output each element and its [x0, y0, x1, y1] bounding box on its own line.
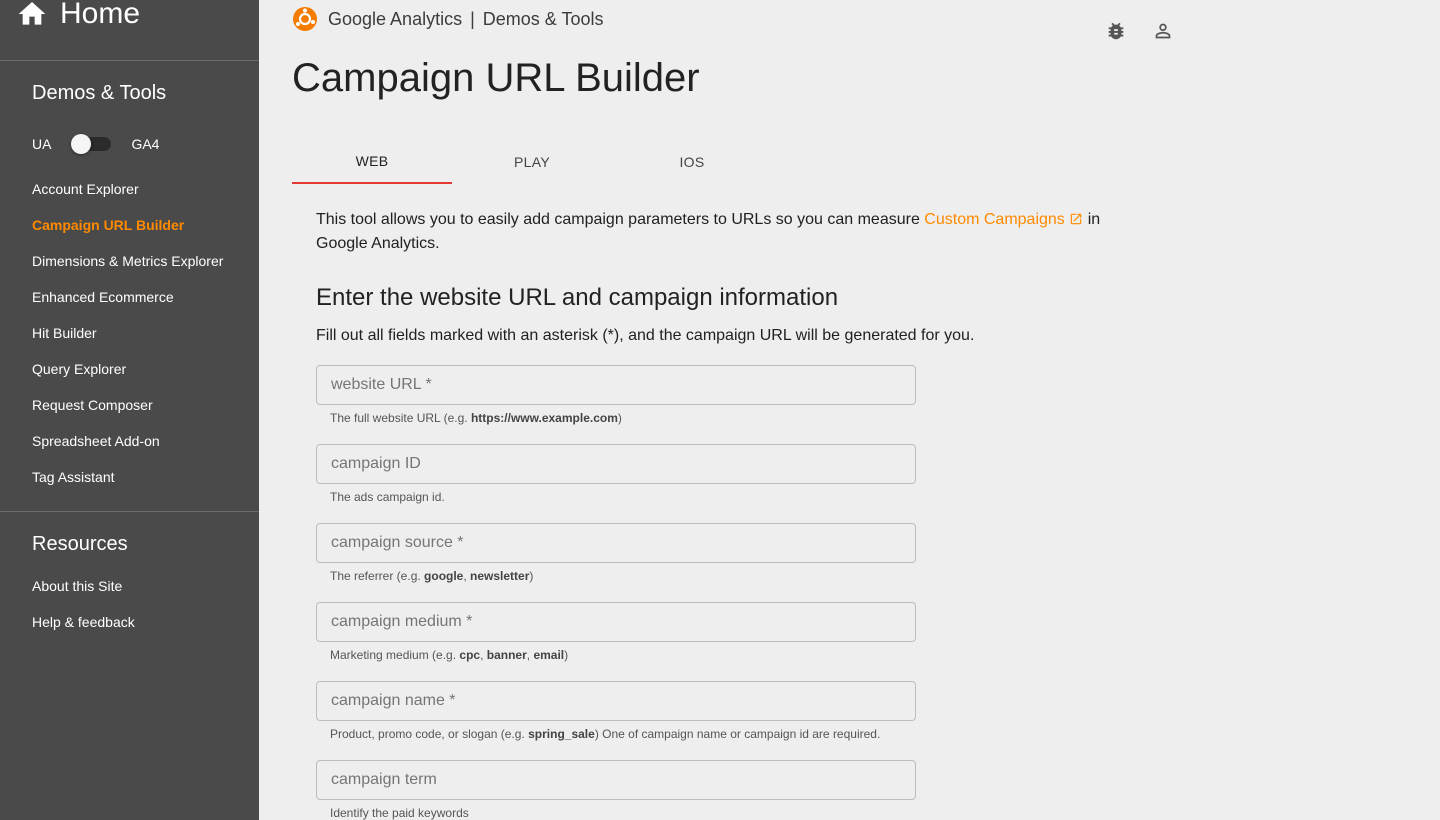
- helper-example: https://www.example.com: [470, 411, 618, 425]
- helper-example: banner: [486, 648, 527, 662]
- section-title-demos: Demos & Tools: [32, 82, 167, 104]
- home-icon: [18, 2, 46, 25]
- helper-text: ): [564, 648, 569, 662]
- tab-ios[interactable]: IOS: [612, 140, 772, 184]
- toggle-label-ga4: GA4: [131, 136, 160, 152]
- campaign-term-input[interactable]: [316, 760, 916, 800]
- helper-text: The ads campaign id.: [330, 490, 445, 504]
- section-title-resources: Resources: [32, 533, 128, 555]
- intro-text: This tool allows you to easily add campa…: [316, 208, 1136, 256]
- sidebar-item-account-explorer[interactable]: Account Explorer: [32, 181, 139, 197]
- bug-report-button[interactable]: [1105, 20, 1127, 42]
- helper-text: ) One of campaign name or campaign id ar…: [594, 727, 881, 741]
- campaign-id-helper: The ads campaign id.: [330, 490, 445, 504]
- helper-text: ): [529, 569, 534, 583]
- campaign-name-helper: Product, promo code, or slogan (e.g. spr…: [330, 727, 880, 741]
- sidebar: Home Demos & Tools UA GA4 Account Explor…: [0, 0, 259, 820]
- custom-campaigns-link-label: Custom Campaigns: [924, 211, 1065, 228]
- toggle-label-ua: UA: [32, 136, 52, 152]
- analytics-logo-icon: [293, 7, 317, 31]
- helper-example: spring_sale: [528, 727, 595, 741]
- sidebar-item-request-composer[interactable]: Request Composer: [32, 397, 153, 413]
- brand-header[interactable]: Google Analytics | Demos & Tools: [292, 6, 603, 32]
- ua-ga4-toggle-row: UA GA4: [32, 134, 159, 154]
- product-name: Demos & Tools: [482, 8, 604, 29]
- campaign-medium-input[interactable]: [316, 602, 916, 642]
- helper-example: email: [533, 648, 565, 662]
- brand-separator: |: [470, 8, 475, 29]
- form-heading: Enter the website URL and campaign infor…: [316, 284, 839, 311]
- helper-text: Identify the paid keywords: [330, 806, 469, 820]
- account-button[interactable]: [1152, 20, 1174, 42]
- helper-example: newsletter: [470, 569, 530, 583]
- campaign-name-input[interactable]: [316, 681, 916, 721]
- sidebar-item-tag-assistant[interactable]: Tag Assistant: [32, 469, 115, 485]
- sidebar-item-enhanced-ecommerce[interactable]: Enhanced Ecommerce: [32, 289, 174, 305]
- helper-text: The full website URL (e.g.: [330, 411, 471, 425]
- campaign-id-input[interactable]: [316, 444, 916, 484]
- home-link[interactable]: Home: [16, 0, 140, 34]
- page-title: Campaign URL Builder: [292, 56, 700, 100]
- custom-campaigns-link[interactable]: Custom Campaigns: [924, 211, 1083, 228]
- ua-ga4-toggle[interactable]: [71, 134, 112, 154]
- tab-play[interactable]: PLAY: [452, 140, 612, 184]
- sidebar-item-about-this-site[interactable]: About this Site: [32, 578, 122, 594]
- intro-text-start: This tool allows you to easily add campa…: [316, 211, 925, 228]
- helper-text: ): [617, 411, 622, 425]
- brand-name: Google Analytics: [328, 8, 463, 29]
- sidebar-item-campaign-url-builder[interactable]: Campaign URL Builder: [32, 217, 184, 233]
- helper-text: ,: [480, 648, 487, 662]
- campaign-medium-helper: Marketing medium (e.g. cpc, banner, emai…: [330, 648, 568, 662]
- home-label: Home: [60, 0, 141, 30]
- sidebar-item-spreadsheet-add-on[interactable]: Spreadsheet Add-on: [32, 433, 160, 449]
- helper-text: The referrer (e.g.: [330, 569, 425, 583]
- toggle-knob[interactable]: [71, 134, 92, 154]
- website-url-helper: The full website URL (e.g. https://www.e…: [330, 411, 622, 425]
- helper-text: Marketing medium (e.g.: [330, 648, 460, 662]
- form-instructions: Fill out all fields marked with an aster…: [316, 327, 975, 344]
- campaign-term-helper: Identify the paid keywords: [330, 806, 469, 820]
- sidebar-divider: [0, 60, 259, 61]
- website-url-input[interactable]: [316, 365, 916, 405]
- tab-web[interactable]: WEB: [292, 140, 452, 184]
- helper-example: cpc: [459, 648, 481, 662]
- helper-example: google: [424, 569, 464, 583]
- sidebar-item-help-feedback[interactable]: Help & feedback: [32, 614, 135, 630]
- sidebar-divider: [0, 511, 259, 512]
- campaign-source-helper: The referrer (e.g. google, newsletter): [330, 569, 533, 583]
- external-link-icon: [1071, 213, 1082, 225]
- account-icon: [1155, 23, 1171, 39]
- campaign-source-input[interactable]: [316, 523, 916, 563]
- sidebar-item-hit-builder[interactable]: Hit Builder: [32, 325, 97, 341]
- helper-text: Product, promo code, or slogan (e.g.: [330, 727, 529, 741]
- sidebar-item-dimensions-metrics-explorer[interactable]: Dimensions & Metrics Explorer: [32, 253, 223, 269]
- sidebar-item-query-explorer[interactable]: Query Explorer: [32, 361, 126, 377]
- bug-icon: [1108, 22, 1124, 40]
